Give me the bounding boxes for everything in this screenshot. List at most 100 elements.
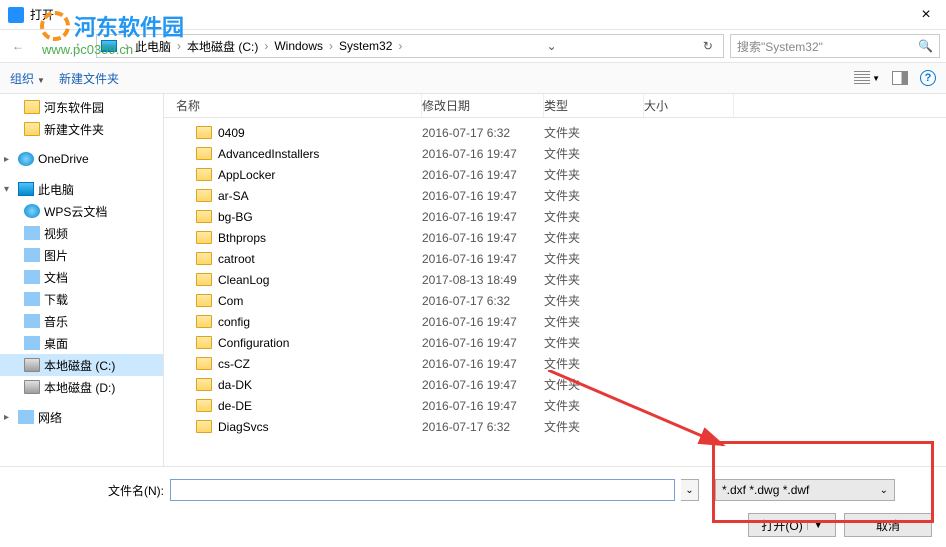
file-row[interactable]: cs-CZ2016-07-16 19:47文件夹 — [164, 353, 946, 374]
file-name: 0409 — [218, 126, 245, 140]
filename-label: 文件名(N): — [14, 482, 164, 499]
file-name: da-DK — [218, 378, 252, 392]
folder-icon — [196, 378, 212, 391]
sidebar-item[interactable]: 本地磁盘 (D:) — [0, 376, 163, 398]
drive-icon — [24, 380, 40, 394]
app-icon — [8, 7, 24, 23]
sidebar-item[interactable]: 本地磁盘 (C:) — [0, 354, 163, 376]
file-name: config — [218, 315, 250, 329]
sidebar-item[interactable]: 河东软件园 — [0, 96, 163, 118]
file-row[interactable]: Com2016-07-17 6:32文件夹 — [164, 290, 946, 311]
address-bar: ← → ↑ › 此电脑 › 本地磁盘 (C:) › Windows › Syst… — [0, 30, 946, 62]
sidebar-item-label: 下载 — [44, 291, 68, 308]
generic-icon — [24, 336, 40, 350]
sidebar-item[interactable]: 视频 — [0, 222, 163, 244]
file-row[interactable]: Bthprops2016-07-16 19:47文件夹 — [164, 227, 946, 248]
file-date: 2016-07-16 19:47 — [422, 315, 544, 329]
organize-menu[interactable]: 组织▼ — [10, 70, 45, 87]
close-button[interactable]: × — [906, 0, 946, 30]
file-row[interactable]: de-DE2016-07-16 19:47文件夹 — [164, 395, 946, 416]
sidebar-item[interactable]: ▸OneDrive — [0, 148, 163, 170]
file-name: AdvancedInstallers — [218, 147, 319, 161]
sidebar-item[interactable]: 图片 — [0, 244, 163, 266]
file-type: 文件夹 — [544, 355, 644, 372]
breadcrumb-seg[interactable]: Windows — [272, 39, 325, 53]
column-date[interactable]: 修改日期 — [422, 94, 544, 117]
breadcrumb-seg[interactable]: System32 — [337, 39, 394, 53]
file-type: 文件夹 — [544, 376, 644, 393]
sidebar-item[interactable]: 下载 — [0, 288, 163, 310]
nav-back-button[interactable]: ← — [6, 34, 30, 58]
filename-dropdown[interactable]: ⌄ — [681, 479, 699, 501]
file-name: bg-BG — [218, 210, 253, 224]
nav-up-button[interactable]: ↑ — [66, 34, 90, 58]
help-button[interactable]: ? — [920, 70, 936, 86]
file-row[interactable]: CleanLog2017-08-13 18:49文件夹 — [164, 269, 946, 290]
file-name: DiagSvcs — [218, 420, 269, 434]
sidebar-item[interactable]: 文档 — [0, 266, 163, 288]
open-button[interactable]: 打开(O)▼ — [748, 513, 836, 537]
file-row[interactable]: Configuration2016-07-16 19:47文件夹 — [164, 332, 946, 353]
file-date: 2016-07-16 19:47 — [422, 357, 544, 371]
column-name[interactable]: 名称 — [164, 94, 422, 117]
file-name: ar-SA — [218, 189, 249, 203]
drive-icon — [24, 358, 40, 372]
file-row[interactable]: da-DK2016-07-16 19:47文件夹 — [164, 374, 946, 395]
sidebar-item-label: 本地磁盘 (C:) — [44, 357, 115, 374]
cancel-button[interactable]: 取消 — [844, 513, 932, 537]
view-options-button[interactable]: ▼ — [854, 71, 880, 85]
refresh-icon[interactable]: ↻ — [697, 39, 719, 53]
file-row[interactable]: AdvancedInstallers2016-07-16 19:47文件夹 — [164, 143, 946, 164]
file-date: 2016-07-16 19:47 — [422, 189, 544, 203]
new-folder-button[interactable]: 新建文件夹 — [59, 70, 119, 87]
file-row[interactable]: ar-SA2016-07-16 19:47文件夹 — [164, 185, 946, 206]
sidebar-item[interactable]: ▸网络 — [0, 406, 163, 428]
file-type: 文件夹 — [544, 229, 644, 246]
folder-icon — [196, 168, 212, 181]
column-type[interactable]: 类型 — [544, 94, 644, 117]
file-type: 文件夹 — [544, 271, 644, 288]
breadcrumb-seg[interactable]: 本地磁盘 (C:) — [185, 38, 260, 55]
file-type: 文件夹 — [544, 418, 644, 435]
file-row[interactable]: 04092016-07-17 6:32文件夹 — [164, 122, 946, 143]
file-type: 文件夹 — [544, 334, 644, 351]
file-name: Com — [218, 294, 243, 308]
sidebar-item[interactable]: WPS云文档 — [0, 200, 163, 222]
toolbar: 组织▼ 新建文件夹 ▼ ? — [0, 62, 946, 94]
sidebar-item-label: WPS云文档 — [44, 203, 107, 220]
sidebar-item[interactable]: ▾此电脑 — [0, 178, 163, 200]
file-type: 文件夹 — [544, 397, 644, 414]
file-name: Bthprops — [218, 231, 266, 245]
navigation-sidebar: 河东软件园新建文件夹 ▸OneDrive ▾此电脑 WPS云文档视频图片文档下载音乐桌… — [0, 94, 164, 466]
file-type: 文件夹 — [544, 208, 644, 225]
sidebar-item-label: 河东软件园 — [44, 99, 104, 116]
generic-icon — [18, 410, 34, 424]
sidebar-item-label: 桌面 — [44, 335, 68, 352]
filetype-combo[interactable]: *.dxf *.dwg *.dwf ⌄ — [715, 479, 895, 501]
sidebar-item[interactable]: 新建文件夹 — [0, 118, 163, 140]
search-input[interactable]: 搜索"System32" 🔍 — [730, 34, 940, 58]
file-row[interactable]: AppLocker2016-07-16 19:47文件夹 — [164, 164, 946, 185]
filename-input[interactable] — [170, 479, 675, 501]
cloud-icon — [24, 204, 40, 218]
sidebar-item[interactable]: 桌面 — [0, 332, 163, 354]
preview-pane-button[interactable] — [892, 71, 908, 85]
nav-forward-button[interactable]: → — [36, 34, 60, 58]
file-row[interactable]: catroot2016-07-16 19:47文件夹 — [164, 248, 946, 269]
breadcrumb-dropdown-icon[interactable]: ⌄ — [541, 39, 563, 53]
file-row[interactable]: bg-BG2016-07-16 19:47文件夹 — [164, 206, 946, 227]
breadcrumb-seg[interactable]: 此电脑 — [133, 38, 173, 55]
file-date: 2016-07-16 19:47 — [422, 147, 544, 161]
file-type: 文件夹 — [544, 166, 644, 183]
generic-icon — [24, 292, 40, 306]
file-date: 2017-08-13 18:49 — [422, 273, 544, 287]
generic-icon — [24, 270, 40, 284]
file-row[interactable]: config2016-07-16 19:47文件夹 — [164, 311, 946, 332]
pc-icon — [18, 182, 34, 196]
folder-icon — [196, 210, 212, 223]
folder-icon — [196, 189, 212, 202]
column-size[interactable]: 大小 — [644, 94, 734, 117]
file-row[interactable]: DiagSvcs2016-07-17 6:32文件夹 — [164, 416, 946, 437]
breadcrumb[interactable]: › 此电脑 › 本地磁盘 (C:) › Windows › System32 ›… — [96, 34, 724, 58]
sidebar-item[interactable]: 音乐 — [0, 310, 163, 332]
